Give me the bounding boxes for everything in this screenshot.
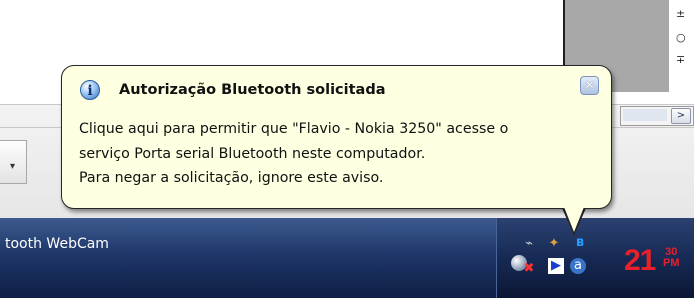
account-icon[interactable]: a	[570, 258, 586, 274]
close-icon[interactable]: ✕	[580, 76, 599, 95]
antivirus-icon[interactable]: ✦	[545, 235, 563, 253]
balloon-tail-fill	[564, 207, 584, 232]
scroll-right-icon[interactable]: >	[671, 108, 691, 124]
balloon-title: Autorização Bluetooth solicitada	[119, 82, 386, 98]
scroll-circle-icon[interactable]: ○	[676, 32, 686, 44]
balloon-line-1: Clique aqui para permitir que "Flavio - …	[79, 121, 509, 137]
bluetooth-icon[interactable]: ʙ	[571, 234, 589, 252]
balloon-line-3: Para negar a solicitação, ignore este av…	[79, 170, 384, 186]
clock-minutes: 30 PM	[663, 247, 680, 269]
tools-icon[interactable]: ✖	[520, 260, 538, 278]
balloon-message[interactable]: Clique aqui para permitir que "Flavio - …	[79, 117, 508, 191]
scroll-track[interactable]	[623, 109, 667, 121]
horizontal-scrollbar[interactable]: >	[620, 106, 694, 126]
taskbar-button-webcam[interactable]: tooth WebCam	[5, 236, 109, 252]
vertical-scrollbar[interactable]: ± ○ ∓	[669, 0, 694, 92]
network-icon[interactable]: ⌁	[520, 235, 538, 253]
info-icon: i	[80, 80, 100, 100]
balloon-line-2: serviço Porta serial Bluetooth neste com…	[79, 145, 426, 162]
tray-clock[interactable]: 21 30 PM	[624, 244, 680, 278]
chevron-down-icon: ▾	[10, 161, 16, 172]
scroll-up-icon[interactable]: ±	[676, 8, 685, 20]
dropdown-button[interactable]: ▾	[0, 140, 27, 184]
play-icon[interactable]: ▶	[548, 258, 564, 274]
clock-ampm: PM	[663, 257, 680, 269]
clock-hour: 21	[624, 244, 656, 277]
scroll-down-icon[interactable]: ∓	[676, 54, 685, 66]
